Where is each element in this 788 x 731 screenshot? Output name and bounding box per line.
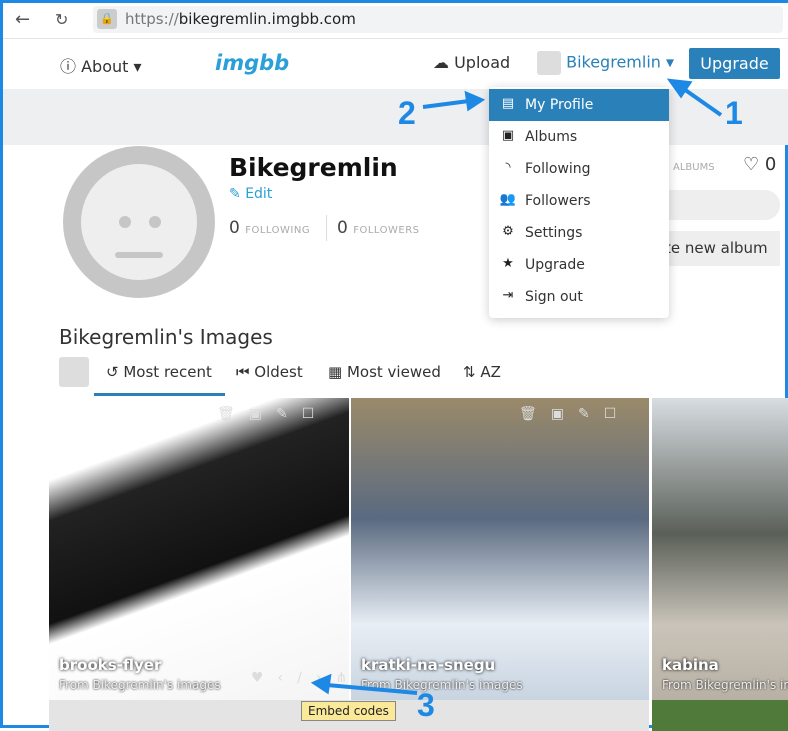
annotation-arrows: [310, 78, 723, 695]
